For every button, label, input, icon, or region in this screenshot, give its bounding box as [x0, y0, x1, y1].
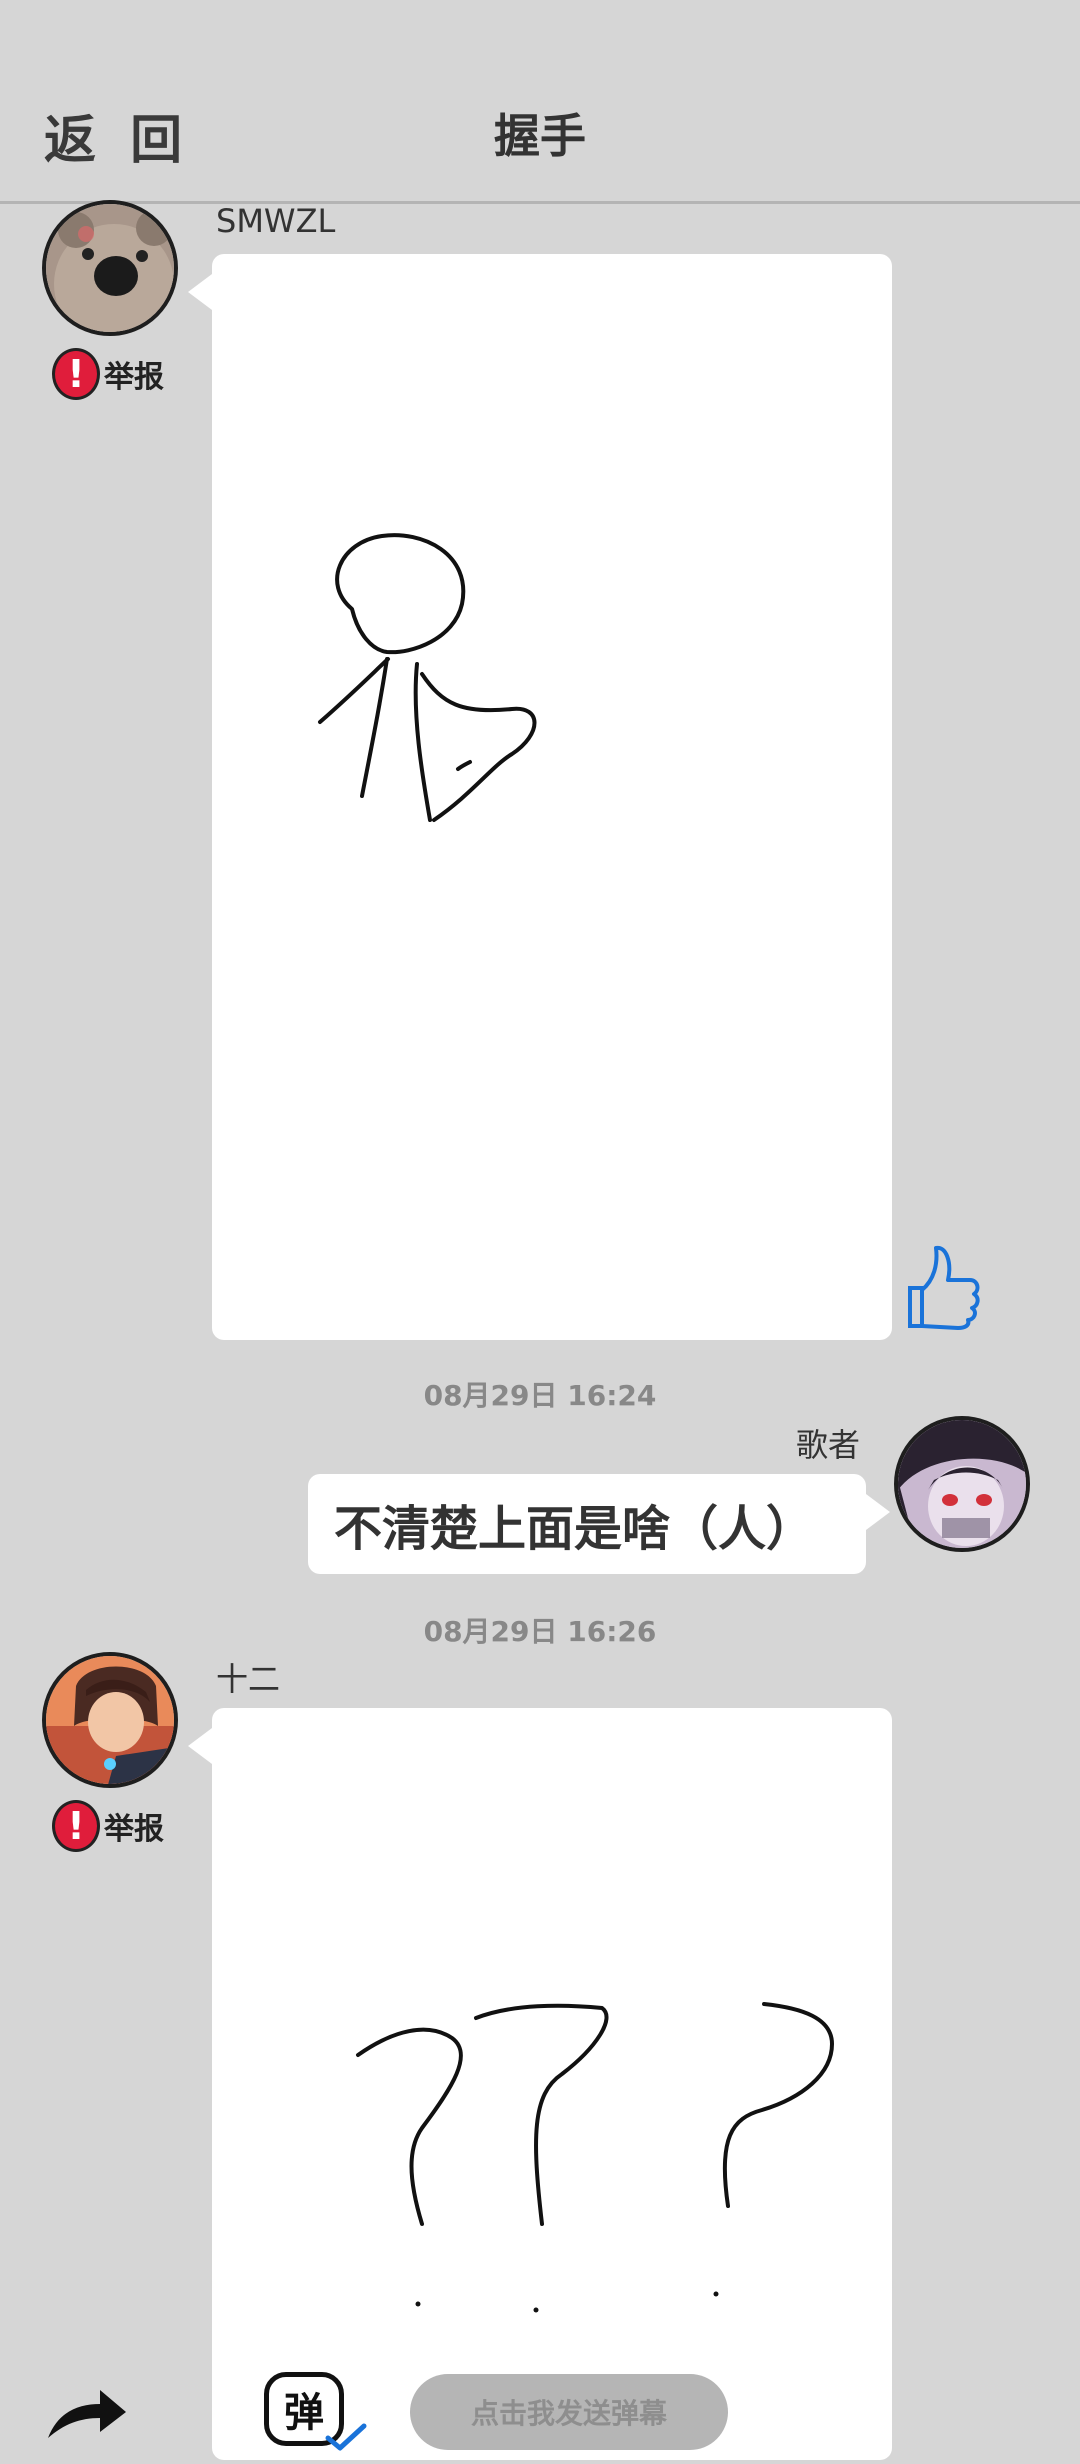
drawing-stick-figure — [318, 533, 537, 822]
share-arrow-icon — [48, 2390, 126, 2438]
timestamp: 08月29日 16:26 — [423, 1615, 657, 1648]
avatar-smwzl[interactable] — [42, 200, 178, 336]
top-bar: 返 回 握手 — [0, 0, 1080, 204]
exclamation-icon: ! — [52, 348, 100, 400]
avatar-gezhe[interactable] — [894, 1416, 1030, 1552]
like-button[interactable] — [900, 1240, 980, 1330]
username: SMWZL — [216, 202, 336, 240]
report-label: 举报 — [104, 360, 164, 395]
drawing-card[interactable] — [212, 254, 892, 1340]
bubble-tail — [188, 274, 212, 310]
message-bubble[interactable]: 不清楚上面是啥（人） — [308, 1474, 866, 1574]
report-button[interactable]: ! 举报 — [52, 1800, 164, 1852]
danmu-input[interactable]: 点击我发送弹幕 — [410, 2374, 728, 2450]
timestamp: 08月29日 16:24 — [423, 1379, 657, 1412]
exclamation-icon: ! — [52, 1800, 100, 1852]
report-label: 举报 — [104, 1812, 164, 1847]
username: 十二 — [216, 1660, 281, 1698]
page-title: 握手 — [494, 109, 586, 163]
danmu-toggle-button[interactable]: 弹 — [262, 2370, 367, 2456]
thumbs-up-icon — [908, 1245, 980, 1330]
check-icon — [325, 2423, 367, 2451]
bubble-tail — [866, 1494, 890, 1530]
avatar-shier[interactable] — [42, 1652, 178, 1788]
username: 歌者 — [796, 1426, 861, 1464]
danmu-icon-label: 弹 — [284, 2390, 324, 2436]
report-button[interactable]: ! 举报 — [52, 348, 164, 400]
share-button[interactable] — [44, 2382, 130, 2442]
bottom-toolbar: 弹 点击我发送弹幕 — [0, 2356, 1080, 2460]
drawing-question-marks — [356, 2002, 834, 2313]
bubble-tail — [188, 1728, 212, 1764]
drawing-card[interactable] — [212, 1708, 892, 2460]
